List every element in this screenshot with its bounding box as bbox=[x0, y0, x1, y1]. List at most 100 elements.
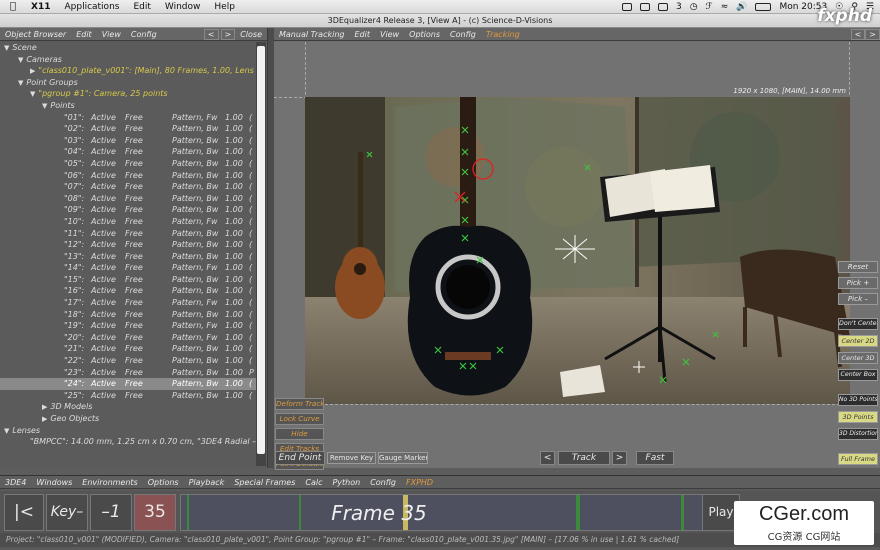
tree-node[interactable]: ▼ Scene bbox=[0, 42, 256, 54]
tree-node[interactable]: ▼ Cameras bbox=[0, 54, 256, 66]
menu-object-browser[interactable]: Object Browser bbox=[0, 30, 71, 39]
point-row[interactable]: "09": Active Free Pattern, Bw 1.00 ( bbox=[0, 204, 256, 216]
next-view-button[interactable]: > bbox=[865, 28, 880, 40]
previous-key-button[interactable]: Key– bbox=[46, 494, 88, 531]
current-frame-display[interactable]: 35 bbox=[134, 494, 176, 531]
pick-plus-button[interactable]: Pick + bbox=[838, 277, 878, 289]
fast-button[interactable]: Fast bbox=[636, 451, 674, 465]
menu-special-frames[interactable]: Special Frames bbox=[229, 478, 300, 487]
menu-view[interactable]: View bbox=[375, 30, 404, 39]
menu-calc[interactable]: Calc bbox=[300, 478, 327, 487]
expand-down-icon[interactable]: ▼ bbox=[4, 427, 9, 435]
mac-menu-help[interactable]: Help bbox=[207, 2, 242, 12]
panel-splitter[interactable] bbox=[268, 28, 274, 468]
expand-down-icon[interactable]: ▼ bbox=[18, 79, 23, 87]
point-row[interactable]: "21": Active Free Pattern, Bw 1.00 ( bbox=[0, 343, 256, 355]
collapse-right-icon[interactable]: ▶ bbox=[42, 403, 47, 411]
point-row[interactable]: "20": Active Free Pattern, Fw 1.00 ( bbox=[0, 332, 256, 344]
point-row[interactable]: "15": Active Free Pattern, Bw 1.00 ( bbox=[0, 274, 256, 286]
track-forward-button[interactable]: > bbox=[612, 451, 627, 465]
point-row[interactable]: "19": Active Free Pattern, Fw 1.00 ( bbox=[0, 320, 256, 332]
point-row[interactable]: "24": Active Free Pattern, Bw 1.00 ( bbox=[0, 378, 256, 390]
menu-tracking[interactable]: Tracking bbox=[481, 30, 525, 39]
scrollbar-thumb[interactable] bbox=[257, 46, 265, 454]
point-row[interactable]: "10": Active Free Pattern, Fw 1.00 ( bbox=[0, 216, 256, 228]
volume-icon[interactable]: 🔊 bbox=[736, 2, 747, 12]
point-row[interactable]: "23": Active Free Pattern, Bw 1.00 P bbox=[0, 367, 256, 379]
point-row[interactable]: "07": Active Free Pattern, Bw 1.00 ( bbox=[0, 181, 256, 193]
bluetooth-icon[interactable]: ℱ bbox=[706, 2, 713, 12]
prev-panel-button[interactable]: < bbox=[203, 28, 219, 40]
menu-windows[interactable]: Windows bbox=[31, 478, 77, 487]
point-row[interactable]: "02": Active Free Pattern, Bw 1.00 ( bbox=[0, 123, 256, 135]
point-row[interactable]: "11": Active Free Pattern, Bw 1.00 ( bbox=[0, 228, 256, 240]
menu-options[interactable]: Options bbox=[143, 478, 184, 487]
tree-node[interactable]: ▼ Point Groups bbox=[0, 77, 256, 89]
track-button[interactable]: Track bbox=[558, 451, 610, 465]
track-backward-button[interactable]: < bbox=[540, 451, 555, 465]
menu-manual-tracking[interactable]: Manual Tracking bbox=[274, 30, 349, 39]
menu-edit[interactable]: Edit bbox=[71, 30, 97, 39]
point-row[interactable]: "22": Active Free Pattern, Bw 1.00 ( bbox=[0, 355, 256, 367]
point-row[interactable]: "03": Active Free Pattern, Bw 1.00 ( bbox=[0, 135, 256, 147]
plate-image[interactable] bbox=[305, 97, 850, 404]
close-button[interactable]: Close bbox=[235, 30, 267, 39]
notification-badge[interactable]: 3 bbox=[676, 2, 682, 12]
point-row[interactable]: "06": Active Free Pattern, Bw 1.00 ( bbox=[0, 170, 256, 182]
point-row[interactable]: "13": Active Free Pattern, Bw 1.00 ( bbox=[0, 251, 256, 263]
tree-node[interactable]: ▼ "pgroup #1": Camera, 25 points bbox=[0, 88, 256, 100]
point-row[interactable]: "01": Active Free Pattern, Fw 1.00 ( bbox=[0, 112, 256, 124]
tree-node[interactable]: "BMPCC": 14.00 mm, 1.25 cm x 0.70 cm, "3… bbox=[0, 436, 256, 448]
tree-node[interactable]: ▶ 3D Models bbox=[0, 401, 256, 413]
point-row[interactable]: "17": Active Free Pattern, Fw 1.00 ( bbox=[0, 297, 256, 309]
full-frame-button[interactable]: Full Frame bbox=[838, 453, 878, 465]
collapse-right-icon[interactable]: ▶ bbox=[42, 415, 47, 423]
end-point-button[interactable]: End Point bbox=[275, 451, 325, 465]
menu-config[interactable]: Config bbox=[126, 30, 162, 39]
hide-button[interactable]: Hide bbox=[275, 428, 324, 440]
menu-3de4[interactable]: 3DE4 bbox=[0, 478, 31, 487]
dont-center-button[interactable]: Don't Center bbox=[838, 318, 878, 330]
mac-app-name[interactable]: X11 bbox=[24, 2, 57, 12]
menu-playback[interactable]: Playback bbox=[184, 478, 230, 487]
3d-distortion-button[interactable]: 3D Distortion bbox=[838, 428, 878, 440]
center-box-button[interactable]: Center Box bbox=[838, 369, 878, 381]
gauge-marker-button[interactable]: Gauge Marker bbox=[378, 452, 428, 464]
point-row[interactable]: "05": Active Free Pattern, Bw 1.00 ( bbox=[0, 158, 256, 170]
wifi-icon[interactable]: ≈ bbox=[721, 2, 729, 12]
lock-curve-button[interactable]: Lock Curve bbox=[275, 413, 324, 425]
expand-down-icon[interactable]: ▼ bbox=[4, 44, 9, 52]
center-3d-button[interactable]: Center 3D bbox=[838, 352, 878, 364]
display-icon[interactable] bbox=[622, 3, 633, 11]
tree-node[interactable]: ▶ "class010_plate_v001": [Main], 80 Frame… bbox=[0, 65, 256, 77]
mac-menu-edit[interactable]: Edit bbox=[126, 2, 157, 12]
menu-config[interactable]: Config bbox=[445, 30, 481, 39]
point-row[interactable]: "12": Active Free Pattern, Bw 1.00 ( bbox=[0, 239, 256, 251]
timeline-scrubber[interactable]: Frame 35 bbox=[180, 494, 740, 531]
mac-menu-applications[interactable]: Applications bbox=[57, 2, 126, 12]
tree-node[interactable]: ▼ Points bbox=[0, 100, 256, 112]
tree-scrollbar[interactable] bbox=[256, 42, 266, 466]
3d-points-button[interactable]: 3D Points bbox=[838, 411, 878, 423]
menu-edit[interactable]: Edit bbox=[349, 30, 375, 39]
collapse-right-icon[interactable]: ▶ bbox=[30, 67, 35, 75]
object-tree[interactable]: ▼ Scene ▼ Cameras ▶ "class010_plate_v001": [M… bbox=[0, 42, 256, 466]
first-frame-button[interactable]: |< bbox=[4, 494, 44, 531]
prev-view-button[interactable]: < bbox=[850, 28, 866, 40]
point-row[interactable]: "25": Active Free Pattern, Bw 1.00 ( bbox=[0, 390, 256, 402]
menu-view[interactable]: View bbox=[97, 30, 126, 39]
screen-icon[interactable] bbox=[640, 3, 651, 11]
tree-node[interactable]: ▶ Geo Objects bbox=[0, 413, 256, 425]
battery-icon[interactable] bbox=[755, 3, 772, 11]
no-3d-points-button[interactable]: No 3D Points bbox=[838, 394, 878, 406]
deform-track-button[interactable]: Deform Track bbox=[275, 398, 324, 410]
remove-key-button[interactable]: Remove Key bbox=[327, 452, 376, 464]
reset-button[interactable]: Reset bbox=[838, 261, 878, 273]
point-row[interactable]: "08": Active Free Pattern, Bw 1.00 ( bbox=[0, 193, 256, 205]
expand-down-icon[interactable]: ▼ bbox=[30, 90, 35, 98]
time-machine-icon[interactable]: ◷ bbox=[690, 2, 698, 12]
point-row[interactable]: "18": Active Free Pattern, Bw 1.00 ( bbox=[0, 309, 256, 321]
next-panel-button[interactable]: > bbox=[220, 28, 236, 40]
pick-minus-button[interactable]: Pick – bbox=[838, 293, 878, 305]
point-row[interactable]: "14": Active Free Pattern, Fw 1.00 ( bbox=[0, 262, 256, 274]
